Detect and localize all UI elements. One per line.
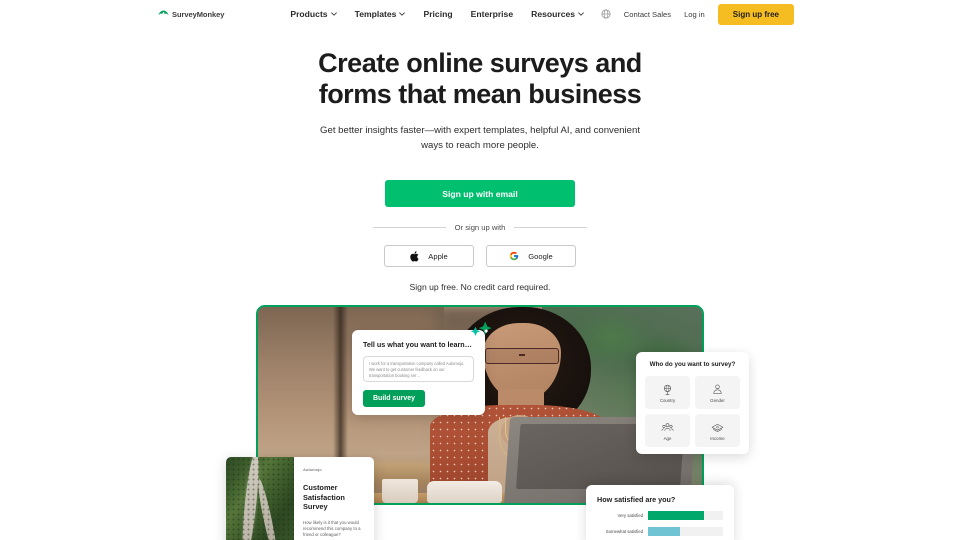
chart-bar-fill [648, 511, 705, 520]
nav-item-resources[interactable]: Resources [531, 9, 584, 19]
chart-category-label: Somewhat satisfied [605, 529, 643, 534]
monkey-logo-icon [158, 10, 169, 15]
audience-tile-gender-label: Gender [710, 397, 725, 403]
chevron-down-icon [399, 12, 406, 16]
audience-tile-grid: Country Gender Age Income [645, 376, 740, 447]
nav-item-enterprise-label: Enterprise [470, 9, 514, 19]
sign-up-google-button[interactable]: Google [486, 245, 576, 267]
survey-prompt-textarea[interactable]: I work for a transportation company call… [363, 356, 474, 382]
ai-sparkle-icon [470, 321, 492, 336]
money-icon [711, 423, 724, 432]
contact-sales-link[interactable]: Contact Sales [624, 10, 671, 19]
hero-section: Create online surveys and forms that mea… [0, 28, 960, 292]
primary-nav-links: Products Templates Pricing Enterprise Re… [290, 9, 584, 19]
document-cover-photo [226, 457, 294, 540]
automojo-logo-text: Automojo [303, 467, 322, 472]
automojo-logo: Automojo [303, 467, 365, 472]
chart-bar-row: Somewhat satisfied [597, 527, 723, 536]
page-title-line-2: forms that mean business [318, 79, 642, 109]
people-group-icon [661, 422, 674, 431]
person-icon [713, 384, 722, 394]
card-survey-document: Automojo Customer Satisfaction Survey Ho… [226, 457, 374, 540]
chevron-down-icon [330, 12, 337, 16]
card-build-survey: Tell us what you want to learn… I work f… [352, 321, 492, 415]
document-title-line-2: Satisfaction Survey [303, 492, 345, 512]
globe-icon[interactable] [601, 9, 611, 19]
document-title: Customer Satisfaction Survey [303, 483, 365, 512]
nav-item-pricing-label: Pricing [423, 9, 453, 19]
card-audience-title: Who do you want to survey? [649, 361, 736, 368]
sign-up-apple-label: Apple [428, 251, 448, 261]
nav-item-templates[interactable]: Templates [355, 9, 406, 19]
document-body: Automojo Customer Satisfaction Survey Ho… [294, 457, 374, 540]
nav-item-products-label: Products [290, 9, 328, 19]
top-navigation-bar: SurveyMonkey Products Templates Pricing … [0, 0, 960, 28]
signup-cta-group: Sign up with email Or sign up with Apple [0, 180, 960, 292]
card-audience: Who do you want to survey? Country Gende… [636, 352, 749, 454]
card-satisfaction-chart: How satisfied are you? Very satisfied So… [586, 485, 734, 540]
or-divider: Or sign up with [0, 223, 960, 232]
sign-up-apple-button[interactable]: Apple [384, 245, 474, 267]
person-glasses [484, 348, 560, 364]
chart-title: How satisfied are you? [597, 495, 676, 504]
audience-tile-country[interactable]: Country [645, 376, 690, 409]
chart-bar-track [648, 511, 723, 520]
document-title-line-1: Customer [303, 483, 338, 492]
audience-tile-age[interactable]: Age [645, 414, 690, 447]
nav-right-actions: Contact Sales Log in Sign up free [601, 3, 794, 25]
nav-item-enterprise[interactable]: Enterprise [471, 9, 514, 19]
sign-up-with-email-button[interactable]: Sign up with email [385, 180, 575, 207]
page-title-line-1: Create online surveys and [318, 48, 642, 78]
apple-icon [410, 250, 419, 262]
document-question: How likely is it that you would recommen… [303, 519, 361, 537]
or-divider-label: Or sign up with [454, 223, 506, 232]
audience-tile-country-label: Country [659, 397, 676, 403]
hero-subheading: Get better insights faster—with expert t… [320, 125, 640, 151]
divider-line-right [514, 227, 588, 228]
chart-bar-fill [648, 527, 680, 536]
divider-line-left [372, 227, 446, 228]
chart-bar-row: Very satisfied [597, 511, 723, 520]
nav-item-resources-label: Resources [531, 9, 576, 19]
audience-tile-age-label: Age [663, 435, 672, 441]
signup-fineprint: Sign up free. No credit card required. [409, 282, 551, 292]
sign-up-free-button[interactable]: Sign up free [717, 3, 794, 25]
chart-bar-track [648, 527, 723, 536]
hero-visual: Tell us what you want to learn… I work f… [226, 305, 749, 540]
audience-tile-income-label: Income [710, 435, 725, 441]
logo-text: SurveyMonkey [172, 9, 225, 19]
card-build-survey-title: Tell us what you want to learn… [363, 340, 472, 349]
google-icon [510, 251, 519, 261]
social-signup-row: Apple Google [0, 245, 960, 267]
nav-item-products[interactable]: Products [290, 9, 337, 19]
page-title: Create online surveys and forms that mea… [0, 48, 960, 110]
build-survey-button[interactable]: Build survey [363, 390, 426, 407]
surveymonkey-landing-page: SurveyMonkey Products Templates Pricing … [0, 0, 960, 540]
chevron-down-icon [578, 12, 584, 16]
bowl [426, 481, 503, 503]
coffee-cup [382, 479, 418, 503]
nav-item-templates-label: Templates [354, 9, 397, 19]
sign-up-google-label: Google [528, 251, 553, 261]
globe-target-icon [663, 384, 672, 395]
audience-tile-income[interactable]: Income [695, 414, 740, 447]
chart-category-label: Very satisfied [617, 513, 643, 518]
log-in-link[interactable]: Log in [684, 10, 705, 19]
audience-tile-gender[interactable]: Gender [695, 376, 740, 409]
forest-texture [226, 457, 294, 540]
surveymonkey-logo[interactable]: SurveyMonkey [158, 10, 224, 19]
nav-item-pricing[interactable]: Pricing [423, 9, 452, 19]
